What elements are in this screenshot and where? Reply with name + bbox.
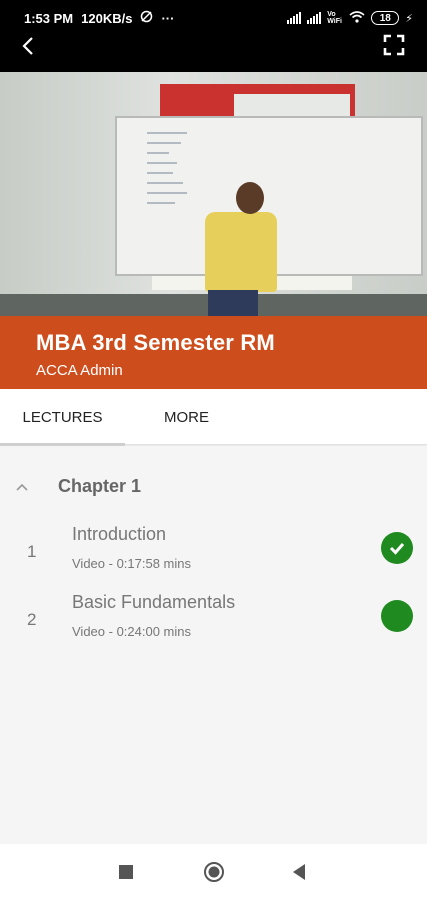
check-circle-icon xyxy=(381,532,413,564)
tab-bar: LECTURES MORE xyxy=(0,389,427,446)
status-bar: 1:53 PM 120KB/s ··· Vo WiFi 18 ⚡ xyxy=(0,0,427,36)
lecture-list: Chapter 1 1 Introduction Video - 0:17:58… xyxy=(0,446,427,844)
chapter-title: Chapter 1 xyxy=(58,476,142,496)
navigation-bar xyxy=(0,844,427,900)
chevron-up-icon[interactable] xyxy=(14,479,30,495)
dnd-off-icon xyxy=(140,10,153,26)
tab-lectures[interactable]: LECTURES xyxy=(0,389,125,446)
battery-icon: 18 xyxy=(371,11,400,25)
lecture-item[interactable]: 1 Introduction Video - 0:17:58 mins xyxy=(0,518,427,582)
lecture-meta: Video - 0:17:58 mins xyxy=(72,556,191,571)
back-arrow-icon[interactable] xyxy=(16,34,40,58)
video-player[interactable] xyxy=(0,72,427,316)
course-title: MBA 3rd Semester RM xyxy=(36,330,275,355)
recent-apps-icon[interactable] xyxy=(114,860,138,884)
signal-icon xyxy=(287,12,302,24)
charging-icon: ⚡ xyxy=(405,12,413,25)
status-speed: 120KB/s xyxy=(81,10,133,26)
back-icon[interactable] xyxy=(288,860,312,884)
signal-icon-2 xyxy=(307,12,322,24)
wifi-icon xyxy=(349,10,365,26)
lecture-number: 2 xyxy=(27,610,37,629)
chapter-header[interactable]: Chapter 1 xyxy=(14,476,141,497)
status-time: 1:53 PM xyxy=(24,10,74,26)
tab-more[interactable]: MORE xyxy=(164,389,209,445)
course-header: MBA 3rd Semester RM ACCA Admin xyxy=(0,316,427,389)
status-more: ··· xyxy=(161,10,175,26)
lecture-meta: Video - 0:24:00 mins xyxy=(72,624,191,639)
course-author: ACCA Admin xyxy=(36,362,123,379)
lecture-title: Introduction xyxy=(72,524,167,544)
presenter xyxy=(205,212,277,292)
lecture-item[interactable]: 2 Basic Fundamentals Video - 0:24:00 min… xyxy=(0,586,427,650)
volte-label: Vo WiFi xyxy=(327,11,342,25)
top-bar: 1:53 PM 120KB/s ··· Vo WiFi 18 ⚡ xyxy=(0,0,427,72)
lecture-title: Basic Fundamentals xyxy=(72,592,236,612)
status-circle-icon xyxy=(381,600,413,632)
lecture-number: 1 xyxy=(27,542,37,561)
fullscreen-icon[interactable] xyxy=(383,34,405,56)
home-icon[interactable] xyxy=(202,860,226,884)
